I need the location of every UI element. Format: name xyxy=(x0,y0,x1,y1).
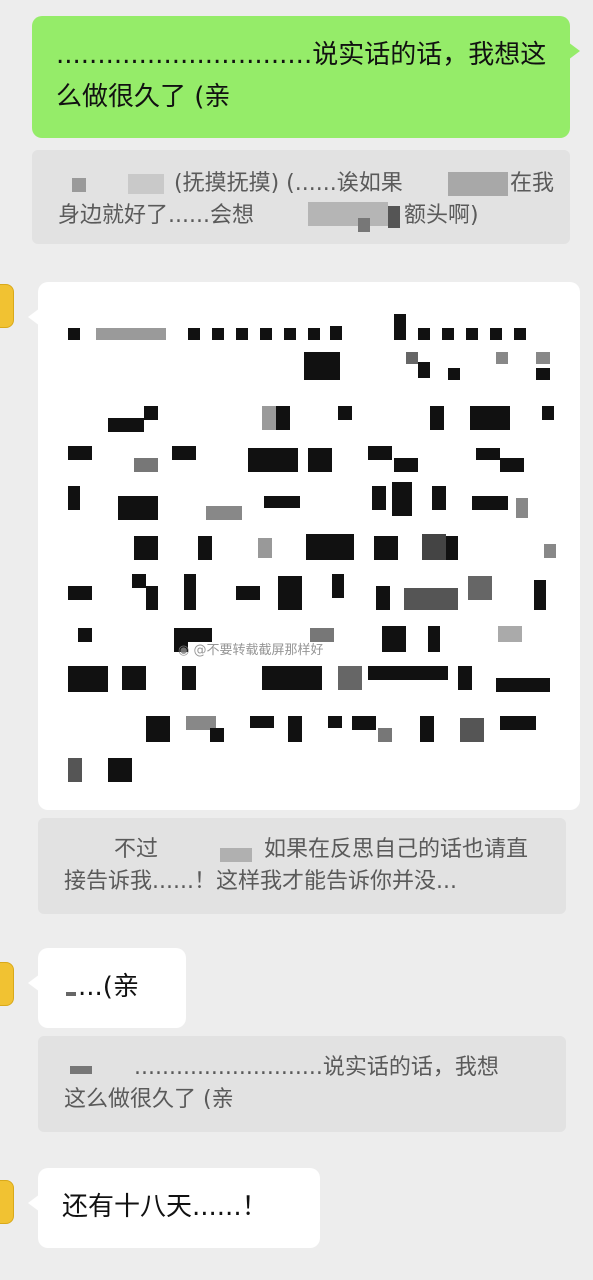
quote-text-line: 额头啊) xyxy=(404,203,479,228)
quote-text-line: 如果在反思自己的话也请直 xyxy=(264,837,529,862)
message-text: ...(亲 xyxy=(78,972,139,1002)
message-text: ...............................说实话的话，我想这… xyxy=(56,40,547,112)
quote-text-line: 接告诉我......！这样我才能告诉你并没... xyxy=(64,869,457,894)
quote-text-line: 这么做很久了 (亲 xyxy=(64,1087,234,1112)
contact-avatar[interactable] xyxy=(0,284,14,328)
contact-avatar[interactable] xyxy=(0,962,14,1006)
quote-text-line: 不过 xyxy=(114,837,159,862)
watermark: ◉ @不要转载截屏那样好 xyxy=(178,630,324,672)
received-message-bubble[interactable]: ...(亲 xyxy=(28,948,186,1028)
quoted-message[interactable]: ...........................说实话的话，我想 这么做很… xyxy=(38,1036,566,1132)
message-text: 还有十八天......！ xyxy=(62,1192,268,1222)
quote-text-line: 在我 xyxy=(510,171,555,196)
weibo-icon: ◉ xyxy=(178,643,190,658)
received-message-bubble[interactable]: 还有十八天......！ xyxy=(28,1168,320,1248)
quoted-message[interactable]: (抚摸抚摸) (......诶如果 在我 身边就好了......会想 额头啊) xyxy=(32,150,570,244)
quote-text-line: ...........................说实话的话，我想 xyxy=(134,1055,499,1080)
quote-text-line: 身边就好了......会想 xyxy=(58,203,254,228)
received-message-bubble[interactable]: ◉ @不要转载截屏那样好 xyxy=(28,282,580,810)
quote-text-line: (抚摸抚摸) (......诶如果 xyxy=(174,171,403,196)
contact-avatar[interactable] xyxy=(0,1180,14,1224)
watermark-text: @不要转载截屏那样好 xyxy=(193,643,324,658)
sent-message-bubble[interactable]: ...............................说实话的话，我想这… xyxy=(32,16,580,138)
quoted-message[interactable]: 不过 如果在反思自己的话也请直 接告诉我......！这样我才能告诉你并没... xyxy=(38,818,566,914)
pixelated-censored-text xyxy=(68,314,556,782)
